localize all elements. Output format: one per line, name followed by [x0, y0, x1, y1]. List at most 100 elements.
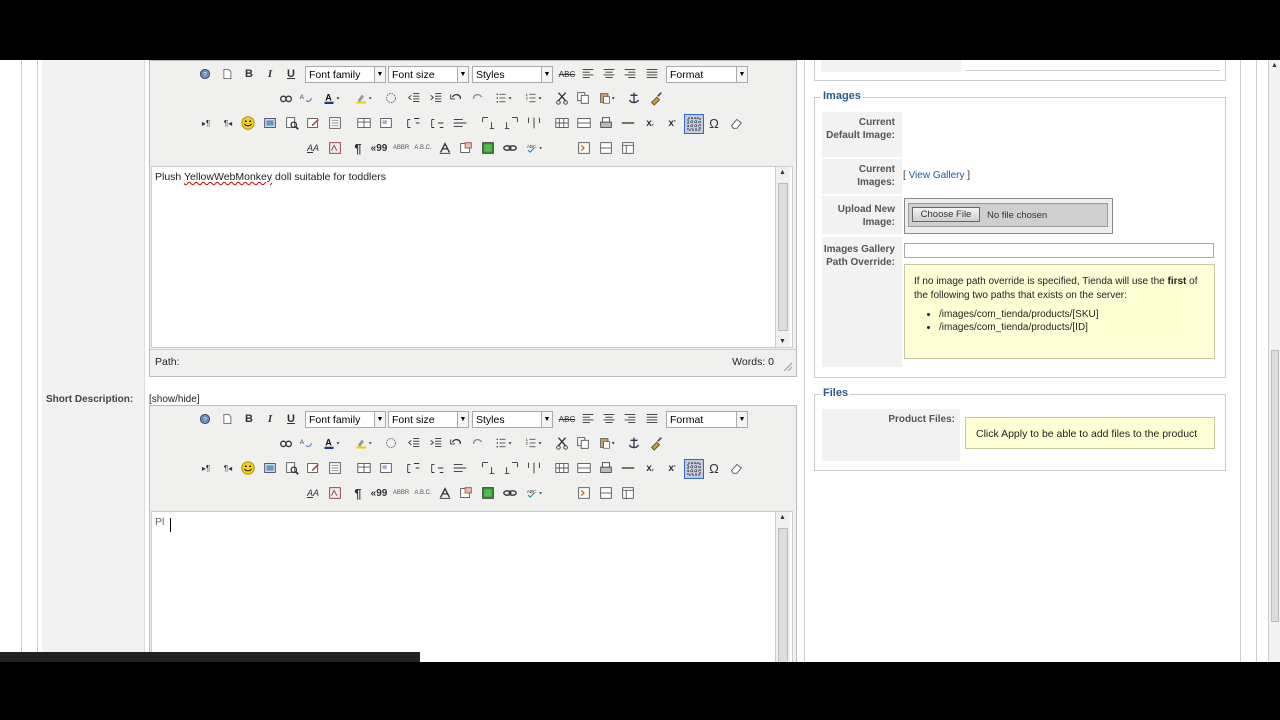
preview-icon[interactable] — [284, 114, 300, 132]
align-right-icon[interactable] — [622, 65, 638, 83]
special-char-icon[interactable]: Ω — [706, 114, 722, 132]
visual-aid-icon[interactable] — [684, 114, 704, 134]
edit-image-icon[interactable] — [305, 114, 321, 132]
help-icon[interactable]: ? — [198, 410, 212, 428]
attributes-icon[interactable] — [327, 484, 343, 502]
scrollbar-thumb[interactable] — [778, 528, 788, 662]
cleanup-icon[interactable] — [648, 89, 664, 107]
editor-scrollbar[interactable]: ▲ — [775, 512, 790, 662]
remove-format-icon[interactable] — [383, 434, 399, 452]
undo-icon[interactable] — [448, 434, 464, 452]
pilcrow-icon[interactable]: ¶ — [350, 484, 366, 502]
highlight-color-icon[interactable] — [350, 434, 378, 452]
special-char-icon[interactable]: Ω — [706, 459, 722, 477]
cut-icon[interactable] — [554, 89, 570, 107]
acronym-icon[interactable]: A.B.C. — [414, 484, 432, 502]
indent-icon[interactable] — [428, 89, 444, 107]
ins-del-icon[interactable] — [458, 139, 474, 157]
style-props-icon[interactable] — [327, 114, 343, 132]
indent-icon[interactable] — [428, 434, 444, 452]
find-icon[interactable] — [278, 89, 294, 107]
spellcheck-icon[interactable]: ABC — [522, 139, 548, 157]
insert-col-before-icon[interactable] — [478, 459, 498, 477]
replace-icon[interactable]: A — [298, 434, 314, 452]
merge-cells-icon[interactable] — [576, 459, 592, 477]
superscript-icon[interactable]: x ' — [664, 114, 680, 132]
pilcrow-icon[interactable]: ¶ — [350, 139, 366, 157]
font-size-select[interactable]: Font size ▼ — [388, 66, 469, 83]
replace-icon[interactable]: A — [298, 89, 314, 107]
page-scrollbar-thumb[interactable] — [1271, 350, 1279, 622]
long-description-content[interactable]: Plush YellowWebMonkey doll suitable for … — [151, 166, 793, 348]
table-icon[interactable] — [356, 459, 372, 477]
delete-row-icon[interactable] — [450, 459, 470, 477]
bullet-list-icon[interactable] — [492, 89, 516, 107]
format-select[interactable]: Format ▼ — [666, 411, 748, 428]
text-color-icon[interactable]: A — [320, 434, 344, 452]
template-icon[interactable] — [576, 484, 592, 502]
attributes-icon[interactable] — [327, 139, 343, 157]
insert-row-after-icon[interactable] — [428, 114, 448, 132]
insert-col-after-icon[interactable] — [502, 114, 522, 132]
paste-icon[interactable] — [596, 434, 620, 452]
view-gallery-link[interactable]: View Gallery — [909, 170, 965, 181]
edit-image-icon[interactable] — [305, 459, 321, 477]
font-size-select[interactable]: Font size ▼ — [388, 411, 469, 428]
print-icon[interactable] — [598, 114, 614, 132]
short-description-content[interactable]: Pl ▲ — [151, 511, 793, 662]
cleanup-icon[interactable] — [648, 434, 664, 452]
cut-icon[interactable] — [554, 434, 570, 452]
new-document-icon[interactable] — [220, 410, 234, 428]
numbered-list-icon[interactable]: 12 — [522, 434, 546, 452]
split-cells-icon[interactable] — [554, 459, 570, 477]
cite-icon[interactable] — [437, 484, 453, 502]
table-props-icon[interactable] — [378, 459, 394, 477]
print-icon[interactable] — [598, 459, 614, 477]
align-left-icon[interactable] — [580, 410, 596, 428]
horizontal-rule-icon[interactable] — [620, 114, 636, 132]
layer-icon[interactable] — [480, 139, 496, 157]
scroll-up-icon[interactable]: ▲ — [779, 169, 786, 176]
emoticon-icon[interactable] — [240, 459, 256, 477]
eraser-icon[interactable] — [728, 459, 744, 477]
bold-icon[interactable]: B — [242, 410, 256, 428]
show-hide-toggle[interactable]: [show/hide] — [149, 394, 200, 405]
help-icon[interactable]: ? — [198, 65, 212, 83]
align-justify-icon[interactable] — [644, 65, 660, 83]
outdent-icon[interactable] — [406, 434, 422, 452]
visual-aid-icon[interactable] — [684, 459, 704, 479]
numbered-list-icon[interactable]: 12 — [522, 89, 546, 107]
subscript-icon[interactable]: x, — [642, 114, 658, 132]
abbr-icon[interactable]: ABBR — [392, 484, 410, 502]
cite-icon[interactable] — [437, 139, 453, 157]
italic-icon[interactable]: I — [263, 410, 277, 428]
link-icon[interactable] — [502, 484, 518, 502]
emoticon-icon[interactable] — [240, 114, 256, 132]
delete-col-icon[interactable] — [524, 459, 544, 477]
strikethrough-icon[interactable]: ABC — [558, 65, 576, 83]
underline-icon[interactable]: U — [284, 410, 298, 428]
align-left-icon[interactable] — [580, 65, 596, 83]
rtl-icon[interactable]: ¶◂ — [220, 114, 236, 132]
scroll-up-icon[interactable]: ▲ — [779, 514, 786, 521]
insert-col-before-icon[interactable] — [478, 114, 498, 132]
styles-select[interactable]: Styles ▼ — [472, 411, 553, 428]
rtl-icon[interactable]: ¶◂ — [220, 459, 236, 477]
insert-row-before-icon[interactable] — [404, 114, 424, 132]
align-right-icon[interactable] — [622, 410, 638, 428]
editor-scrollbar[interactable]: ▲ ▼ — [775, 167, 790, 347]
undo-icon[interactable] — [448, 89, 464, 107]
redo-icon[interactable] — [470, 434, 486, 452]
italic-icon[interactable]: I — [263, 65, 277, 83]
find-icon[interactable] — [278, 434, 294, 452]
scroll-down-icon[interactable]: ▼ — [779, 338, 786, 345]
styleprops-icon[interactable]: AA — [305, 139, 321, 157]
merge-cells-icon[interactable] — [576, 114, 592, 132]
styles-select[interactable]: Styles ▼ — [472, 66, 553, 83]
layer-icon[interactable] — [480, 484, 496, 502]
highlight-color-icon[interactable] — [350, 89, 378, 107]
page-break-icon[interactable] — [598, 484, 614, 502]
remove-format-icon[interactable] — [383, 89, 399, 107]
media-icon[interactable] — [262, 459, 278, 477]
redo-icon[interactable] — [470, 89, 486, 107]
